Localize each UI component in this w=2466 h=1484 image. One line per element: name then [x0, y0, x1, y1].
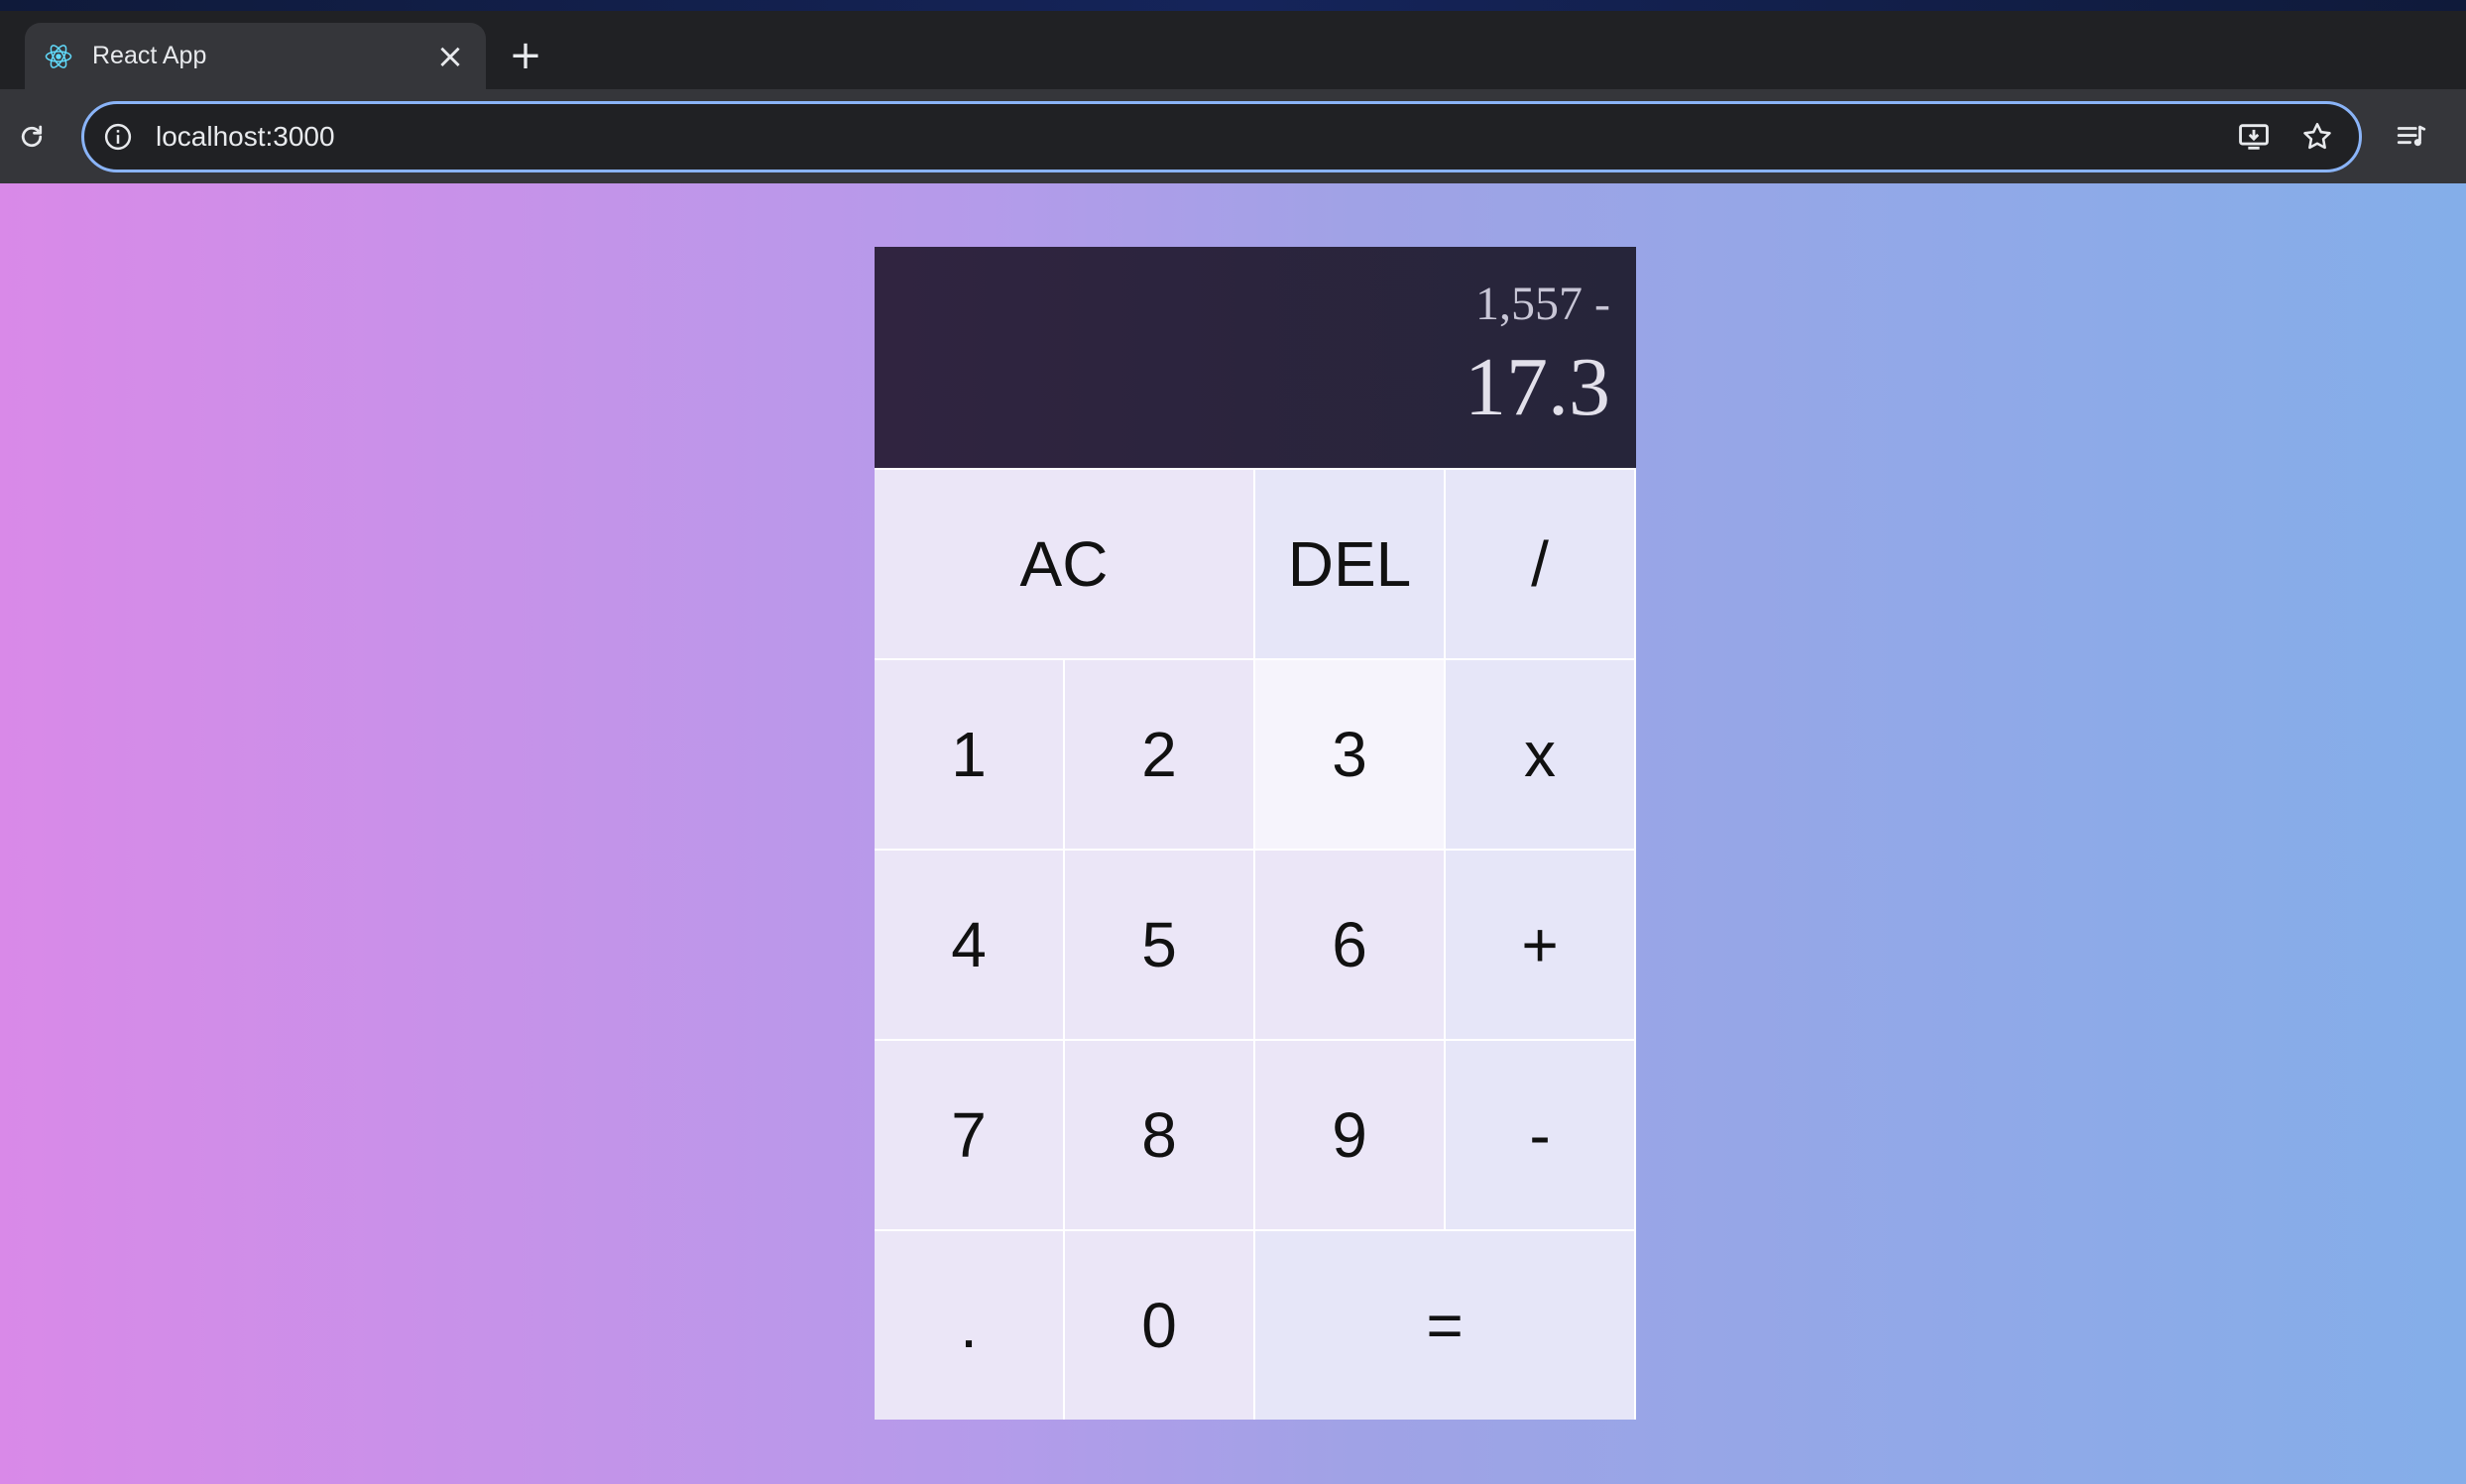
info-icon[interactable]: [100, 119, 136, 155]
decimal-point-button[interactable]: .: [875, 1231, 1063, 1420]
browser-toolbar: localhost:3000: [0, 89, 2466, 183]
digit-1-button[interactable]: 1: [875, 660, 1063, 849]
digit-0-button[interactable]: 0: [1065, 1231, 1253, 1420]
new-tab-button[interactable]: +: [506, 36, 545, 75]
window-top-strip: [0, 0, 2466, 11]
digit-3-button[interactable]: 3: [1255, 660, 1444, 849]
address-bar[interactable]: localhost:3000: [81, 101, 2362, 172]
digit-6-button[interactable]: 6: [1255, 851, 1444, 1039]
tab-bar: React App × +: [0, 11, 2466, 89]
multiply-button[interactable]: x: [1446, 660, 1634, 849]
page-viewport: 1,557 - 17.3 AC DEL / 1 2 3 x 4 5 6 + 7 …: [0, 183, 2466, 1484]
digit-7-button[interactable]: 7: [875, 1041, 1063, 1229]
tab-title: React App: [92, 42, 207, 69]
subtract-button[interactable]: -: [1446, 1041, 1634, 1229]
digit-9-button[interactable]: 9: [1255, 1041, 1444, 1229]
url-text[interactable]: localhost:3000: [156, 121, 2232, 153]
current-operand: 17.3: [1465, 341, 1610, 433]
install-app-icon[interactable]: [2232, 115, 2276, 159]
react-icon: [43, 41, 74, 72]
divide-button[interactable]: /: [1446, 470, 1634, 658]
close-icon[interactable]: ×: [430, 37, 470, 76]
equals-button[interactable]: =: [1255, 1231, 1634, 1420]
calculator: 1,557 - 17.3 AC DEL / 1 2 3 x 4 5 6 + 7 …: [875, 247, 1636, 1420]
bookmark-star-icon[interactable]: [2295, 115, 2339, 159]
tab-react-app[interactable]: React App ×: [25, 23, 486, 89]
reading-list-icon[interactable]: [2390, 115, 2433, 159]
delete-button[interactable]: DEL: [1255, 470, 1444, 658]
digit-4-button[interactable]: 4: [875, 851, 1063, 1039]
digit-2-button[interactable]: 2: [1065, 660, 1253, 849]
add-button[interactable]: +: [1446, 851, 1634, 1039]
digit-5-button[interactable]: 5: [1065, 851, 1253, 1039]
all-clear-button[interactable]: AC: [875, 470, 1253, 658]
calculator-keypad: AC DEL / 1 2 3 x 4 5 6 + 7 8 9 - . 0 =: [875, 468, 1636, 1420]
previous-operand: 1,557 -: [1475, 278, 1610, 330]
digit-8-button[interactable]: 8: [1065, 1041, 1253, 1229]
calculator-display: 1,557 - 17.3: [875, 247, 1636, 468]
reload-icon[interactable]: [12, 117, 52, 157]
